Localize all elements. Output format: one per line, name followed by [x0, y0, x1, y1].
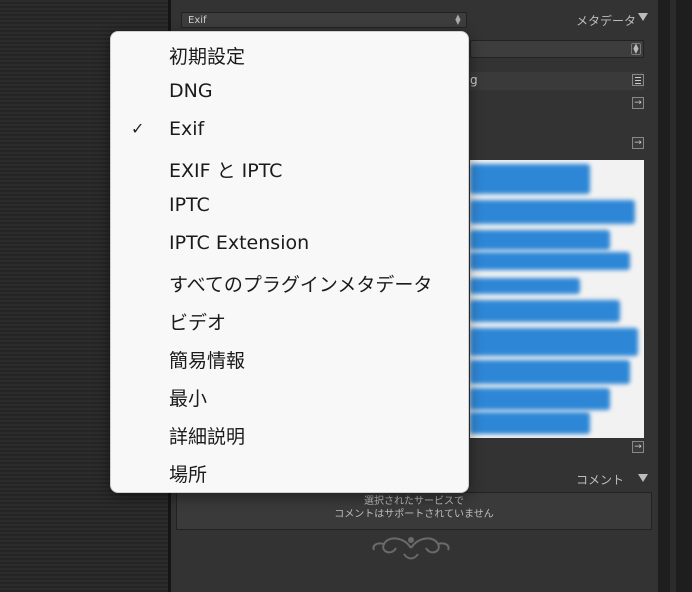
menu-item-label: ビデオ — [169, 312, 227, 334]
checkmark-icon: ✓ — [131, 119, 145, 138]
menu-item-label: 初期設定 — [169, 46, 246, 68]
goto-arrow-icon[interactable]: → — [632, 137, 644, 149]
metadata-preset-value: Exif — [188, 15, 207, 26]
menu-item[interactable]: 詳細説明 — [111, 415, 468, 453]
menu-item[interactable]: EXIF と IPTC — [111, 149, 468, 187]
menu-item[interactable]: ビデオ — [111, 301, 468, 339]
list-icon[interactable] — [632, 74, 644, 86]
collapse-triangle-icon[interactable] — [638, 13, 648, 21]
menu-item-label: 簡易情報 — [169, 350, 246, 372]
menu-item[interactable]: 初期設定 — [111, 35, 468, 73]
menu-item-label: IPTC Extension — [169, 232, 310, 254]
menu-item[interactable]: ✓ Exif — [111, 111, 468, 149]
menu-item[interactable]: 最小 — [111, 377, 468, 415]
image-thumbnail — [470, 160, 644, 438]
comments-message-line1: 選択されたサービスで — [364, 496, 464, 507]
menu-item-label: 詳細説明 — [169, 426, 246, 448]
menu-item-label: DNG — [169, 80, 213, 102]
menu-item[interactable]: IPTC Extension — [111, 225, 468, 263]
comments-message-box: 選択されたサービスで コメントはサポートされていません — [176, 492, 652, 530]
menu-item[interactable]: すべてのプラグインメタデータ — [111, 263, 468, 301]
updown-arrows-icon: ▲ ▼ — [631, 43, 641, 55]
menu-item-label: Exif — [169, 118, 205, 140]
menu-item-label: EXIF と IPTC — [169, 160, 283, 182]
metadata-field-text: g — [470, 73, 478, 87]
right-scrollbar[interactable] — [658, 0, 692, 592]
menu-item[interactable]: 簡易情報 — [111, 339, 468, 377]
menu-item-label: すべてのプラグインメタデータ — [169, 274, 433, 296]
goto-arrow-icon[interactable]: → — [632, 441, 644, 453]
metadata-section-title[interactable]: メタデータ — [576, 12, 636, 29]
menu-item[interactable]: IPTC — [111, 187, 468, 225]
collapse-triangle-icon[interactable] — [638, 474, 648, 482]
metadata-preset-menu: 初期設定 DNG ✓ Exif EXIF と IPTC IPTC IPTC Extensio… — [110, 31, 469, 493]
metadata-secondary-select[interactable]: ▲ ▼ — [470, 40, 644, 58]
metadata-preset-select[interactable]: Exif ▲ ▼ — [181, 12, 467, 28]
metadata-field-row: g — [470, 72, 644, 90]
panel-end-ornament-icon — [372, 537, 450, 560]
menu-item[interactable]: DNG — [111, 73, 468, 111]
goto-arrow-icon[interactable]: → — [632, 97, 644, 109]
menu-item[interactable]: 場所 — [111, 453, 468, 491]
updown-arrows-icon: ▲ ▼ — [455, 13, 461, 26]
comments-section-title[interactable]: コメント — [576, 471, 624, 488]
menu-item-label: 場所 — [169, 464, 208, 486]
scrollbar-track[interactable] — [670, 0, 676, 592]
menu-item-label: IPTC — [169, 194, 210, 216]
comments-message-line2: コメントはサポートされていません — [334, 509, 494, 520]
menu-item-label: 最小 — [169, 388, 208, 410]
